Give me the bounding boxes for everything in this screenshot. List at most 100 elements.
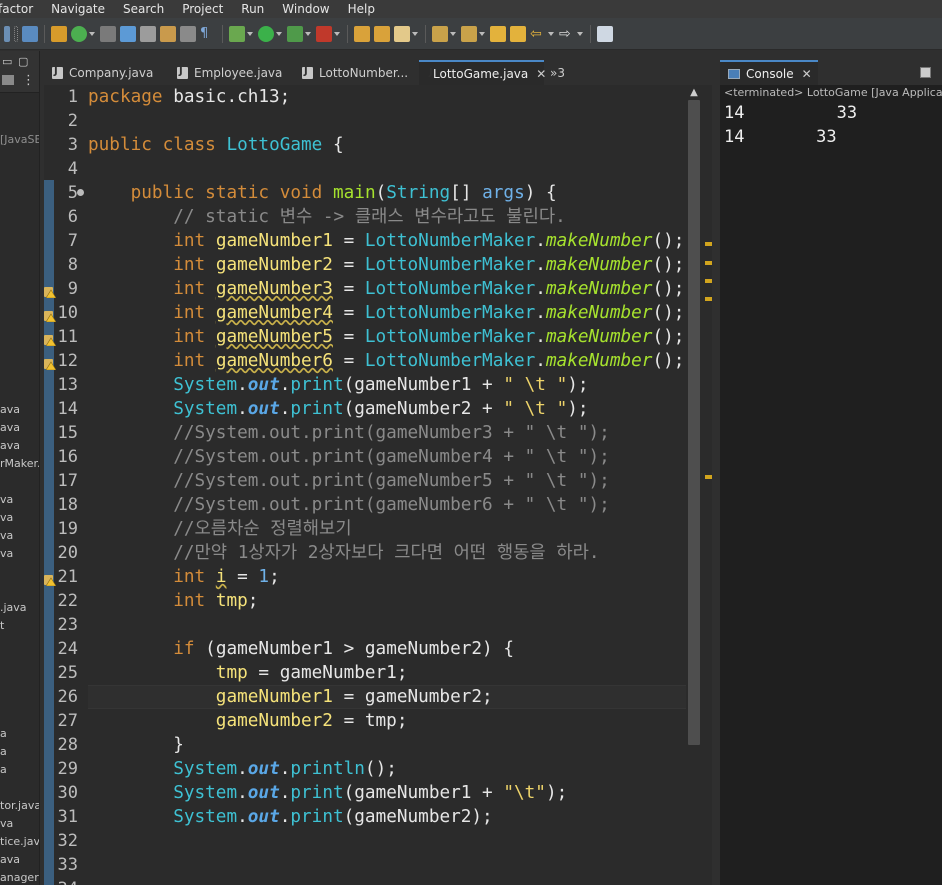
editor-tab[interactable]: Company.java — [44, 60, 169, 85]
chevron-down-icon[interactable] — [548, 26, 554, 42]
chevron-down-icon[interactable] — [247, 26, 253, 42]
package-item[interactable]: a — [0, 727, 7, 740]
package-item[interactable]: [JavaSE — [0, 133, 39, 146]
edit-icon[interactable] — [394, 25, 410, 42]
menu-item-search[interactable]: Search — [114, 0, 173, 18]
warning-marker[interactable] — [705, 279, 712, 283]
warning-icon[interactable] — [44, 283, 57, 299]
paragraph-icon[interactable]: ¶ — [200, 26, 216, 42]
menu-item-navigate[interactable]: Navigate — [42, 0, 114, 18]
package-item[interactable]: ava — [0, 421, 20, 434]
code-line[interactable]: int gameNumber6 = LottoNumberMaker.makeN… — [88, 349, 684, 373]
open-folder-icon[interactable] — [374, 25, 390, 42]
minimize-icon[interactable]: ▭ — [2, 55, 12, 68]
code-line[interactable]: int gameNumber1 = LottoNumberMaker.makeN… — [88, 229, 684, 253]
package-item[interactable]: rMaker. — [0, 457, 39, 470]
code-line[interactable]: System.out.println(); — [88, 757, 397, 781]
package-item[interactable]: tor.java — [0, 799, 39, 812]
menu-item-factor[interactable]: factor — [0, 0, 42, 18]
open-type-icon[interactable] — [100, 25, 116, 42]
arrow-left-icon[interactable]: ⇦ — [530, 26, 546, 42]
open-task-icon[interactable] — [160, 25, 176, 42]
close-icon[interactable]: ✕ — [536, 67, 546, 81]
overview-ruler[interactable] — [700, 85, 712, 885]
perspective-icon[interactable] — [597, 25, 613, 42]
warning-icon[interactable] — [44, 571, 57, 587]
menu-item-project[interactable]: Project — [173, 0, 232, 18]
editor-tab[interactable]: LottoGame.java ✕ — [419, 60, 546, 85]
code-line[interactable]: // static 변수 -> 클래스 변수라고도 불린다. — [88, 205, 566, 229]
chevron-down-icon[interactable] — [89, 26, 95, 42]
new-java-project-icon[interactable] — [51, 25, 67, 42]
package-item[interactable]: ava — [0, 403, 20, 416]
refresh-icon[interactable] — [71, 25, 87, 42]
warning-marker[interactable] — [705, 242, 712, 246]
code-line[interactable]: //System.out.print(gameNumber6 + " \t ")… — [88, 493, 610, 517]
code-line[interactable]: int gameNumber4 = LottoNumberMaker.makeN… — [88, 301, 684, 325]
toolbar-edge-icon[interactable] — [4, 25, 10, 42]
chevron-down-icon[interactable] — [412, 26, 418, 42]
run-icon[interactable] — [258, 25, 274, 42]
terminate-icon[interactable] — [920, 67, 931, 78]
warning-marker[interactable] — [705, 297, 712, 301]
code-line[interactable]: System.out.print(gameNumber1 + " \t "); — [88, 373, 588, 397]
package-item[interactable]: a — [0, 763, 7, 776]
code-line[interactable]: int gameNumber5 = LottoNumberMaker.makeN… — [88, 325, 684, 349]
package-item[interactable]: va — [0, 493, 13, 506]
scroll-up-icon[interactable]: ▲ — [688, 87, 700, 99]
code-line[interactable]: //만약 1상자가 2상자보다 크다면 어떤 행동을 하라. — [88, 541, 599, 565]
show-whitespace-icon[interactable] — [180, 25, 196, 42]
code-line[interactable]: int gameNumber2 = LottoNumberMaker.makeN… — [88, 253, 684, 277]
package-item[interactable]: va — [0, 511, 13, 524]
chevron-down-icon[interactable] — [334, 26, 340, 42]
coverage-icon[interactable] — [287, 25, 303, 42]
code-line[interactable]: System.out.print(gameNumber2); — [88, 805, 493, 829]
editor-tab[interactable]: Employee.java — [169, 60, 294, 85]
package-item[interactable]: t — [0, 619, 4, 632]
code-line[interactable]: public class LottoGame { — [88, 133, 344, 157]
back-icon[interactable] — [510, 25, 526, 42]
tab-console[interactable]: Console ✕ — [720, 60, 818, 85]
search-icon[interactable] — [140, 25, 156, 42]
previous-annotation-icon[interactable] — [461, 25, 477, 42]
code-line[interactable]: tmp = gameNumber1; — [88, 661, 408, 685]
view-menu-icon[interactable]: ⋮ — [22, 73, 35, 88]
code-line[interactable]: package basic.ch13; — [88, 85, 290, 109]
package-item[interactable]: va — [0, 547, 13, 560]
code-line[interactable]: if (gameNumber1 > gameNumber2) { — [88, 637, 514, 661]
debug-icon[interactable] — [229, 25, 245, 42]
package-item[interactable]: ava — [0, 853, 20, 866]
code-line[interactable]: System.out.print(gameNumber2 + " \t "); — [88, 397, 588, 421]
external-tools-icon[interactable] — [316, 25, 332, 42]
chevron-down-icon[interactable] — [276, 26, 282, 42]
console-output[interactable]: <terminated> LottoGame [Java Application… — [720, 85, 942, 885]
chevron-down-icon[interactable] — [305, 26, 311, 42]
chevron-down-icon[interactable] — [479, 26, 485, 42]
code-line[interactable]: //System.out.print(gameNumber4 + " \t ")… — [88, 445, 610, 469]
warning-icon[interactable] — [44, 331, 57, 347]
code-line[interactable]: int gameNumber3 = LottoNumberMaker.makeN… — [88, 277, 684, 301]
tab-overflow-button[interactable]: »3 — [550, 60, 565, 85]
scrollbar-thumb[interactable] — [688, 100, 700, 745]
package-item[interactable]: anager — [0, 871, 39, 884]
code-line[interactable]: int i = 1; — [88, 565, 280, 589]
collapse-all-icon[interactable] — [2, 75, 14, 85]
new-package-icon[interactable] — [354, 25, 370, 42]
skip-breakpoints-icon[interactable] — [22, 25, 38, 42]
package-item[interactable]: va — [0, 817, 13, 830]
arrow-right-icon[interactable]: ⇨ — [559, 26, 575, 42]
warning-icon[interactable] — [44, 307, 57, 323]
last-edit-location-icon[interactable] — [490, 25, 506, 42]
package-item[interactable]: ava — [0, 439, 20, 452]
chevron-down-icon[interactable] — [450, 26, 456, 42]
code-line[interactable]: //System.out.print(gameNumber5 + " \t ")… — [88, 469, 610, 493]
code-line[interactable]: int tmp; — [88, 589, 258, 613]
menu-item-run[interactable]: Run — [232, 0, 273, 18]
menu-item-window[interactable]: Window — [273, 0, 338, 18]
code-line[interactable]: gameNumber1 = gameNumber2; — [88, 685, 493, 709]
code-line[interactable]: gameNumber2 = tmp; — [88, 709, 408, 733]
warning-marker[interactable] — [705, 475, 712, 479]
code-editor[interactable]: 1 2 3 4 5 6 7 8 9 10 11 12 13 14 15 16 17 18 19 20 21 22 23 24 2… — [44, 85, 712, 885]
code-line[interactable]: public static void main(String[] args) { — [88, 181, 557, 205]
fold-icon[interactable] — [77, 189, 84, 196]
